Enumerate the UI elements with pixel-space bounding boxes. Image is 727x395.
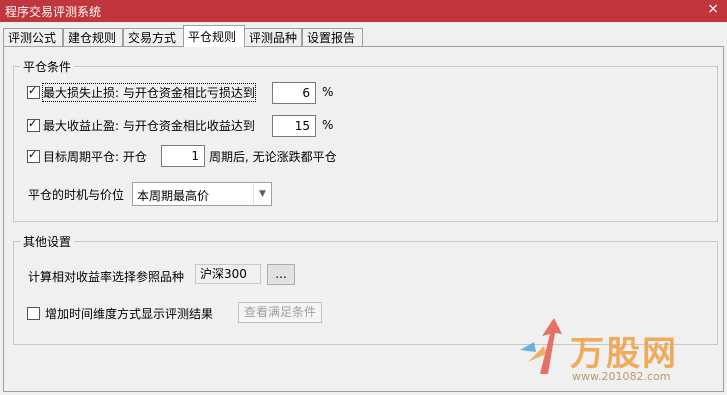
timing-select-value: 本周期最高价: [137, 189, 210, 203]
close-conditions-legend: 平仓条件: [23, 60, 72, 74]
reference-field: 沪深300: [195, 264, 261, 284]
stop-loss-unit: %: [322, 85, 334, 99]
tab-trade-mode[interactable]: 交易方式: [123, 28, 184, 46]
period-close-suffix: 周期后, 无论涨跌都平仓: [209, 150, 337, 164]
period-close-input[interactable]: 1: [161, 145, 205, 167]
tab-strip: 评测公式 建仓规则 交易方式 平仓规则 评测品种 设置报告: [0, 25, 727, 47]
close-icon[interactable]: ×: [707, 1, 719, 17]
tab-formula[interactable]: 评测公式: [3, 28, 63, 46]
browse-button[interactable]: ...: [267, 264, 295, 285]
timing-select[interactable]: 本周期最高价 ▼: [132, 182, 272, 206]
check-mark-icon: ✓: [28, 84, 38, 97]
stop-loss-input[interactable]: 6: [272, 82, 316, 104]
take-profit-input[interactable]: 15: [272, 115, 316, 137]
reference-label: 计算相对收益率选择参照品种: [28, 270, 185, 284]
watermark-url: www.201082.com: [572, 370, 671, 383]
check-mark-icon: ✓: [28, 117, 38, 130]
watermark-brand: 万股网: [570, 334, 678, 374]
watermark-logo: 万股网 www.201082.com: [500, 312, 715, 392]
period-close-label: 目标周期平仓: 开仓: [43, 150, 147, 164]
other-settings-legend: 其他设置: [23, 235, 72, 249]
period-close-checkbox[interactable]: ✓: [27, 148, 40, 163]
window-title: 程序交易评测系统: [5, 5, 102, 19]
timing-label: 平仓的时机与价位: [28, 188, 125, 202]
time-dimension-label: 增加时间维度方式显示评测结果: [45, 307, 214, 321]
take-profit-unit: %: [322, 118, 334, 132]
tab-products[interactable]: 评测品种: [244, 28, 302, 46]
chevron-down-icon[interactable]: ▼: [253, 183, 271, 205]
tab-entry-rules[interactable]: 建仓规则: [63, 28, 123, 46]
view-conditions-button[interactable]: 查看满足条件: [238, 302, 322, 323]
take-profit-label: 最大收益止盈: 与开仓资金相比收益达到: [43, 119, 255, 133]
tab-report-settings[interactable]: 设置报告: [302, 28, 363, 46]
take-profit-checkbox[interactable]: ✓: [27, 117, 40, 132]
check-mark-icon: ✓: [28, 148, 38, 161]
title-bar: 程序交易评测系统 ×: [0, 0, 727, 22]
stop-loss-label: 最大损失止损: 与开仓资金相比亏损达到: [42, 83, 256, 102]
tab-close-rules[interactable]: 平仓规则: [183, 25, 245, 47]
time-dimension-checkbox[interactable]: [27, 307, 40, 320]
stop-loss-checkbox[interactable]: ✓: [27, 84, 40, 99]
